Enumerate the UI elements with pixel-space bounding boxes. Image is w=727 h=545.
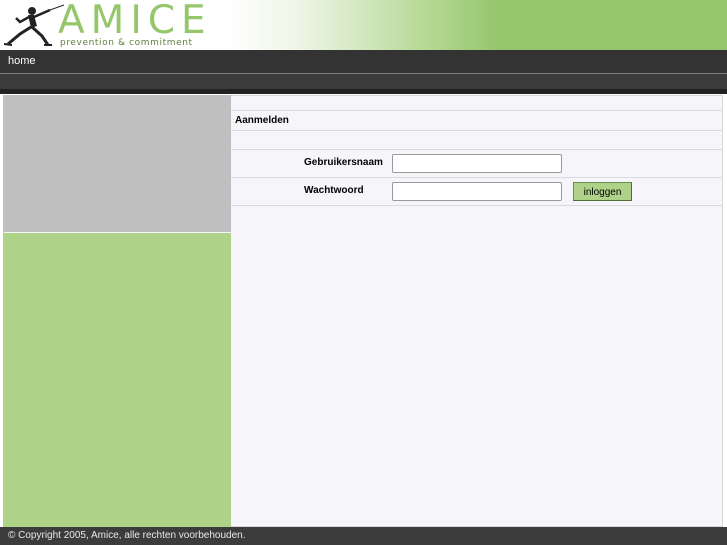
login-title: Aanmelden — [235, 115, 289, 126]
sub-nav-bar — [0, 73, 727, 89]
nav-divider — [0, 89, 727, 94]
username-label: Gebruikersnaam — [304, 157, 383, 168]
login-button[interactable]: inloggen — [573, 182, 632, 201]
sidebar-bottom-panel — [3, 233, 231, 527]
sidebar-top-panel — [3, 95, 231, 232]
divider — [231, 149, 723, 150]
password-field[interactable] — [392, 182, 562, 201]
divider — [231, 177, 723, 178]
main-nav: home — [0, 50, 727, 73]
password-label: Wachtwoord — [304, 185, 364, 196]
nav-item-home[interactable]: home — [8, 55, 36, 67]
login-panel: Aanmelden Gebruikersnaam Wachtwoord inlo… — [231, 95, 723, 527]
logo-tagline: prevention & commitment — [60, 38, 193, 48]
site-logo[interactable]: AMICE prevention & commitment — [4, 0, 206, 48]
site-footer: © Copyright 2005, Amice, alle rechten vo… — [0, 527, 727, 545]
divider — [231, 110, 723, 111]
username-field[interactable] — [392, 154, 562, 173]
divider — [231, 130, 723, 131]
copyright-text: © Copyright 2005, Amice, alle rechten vo… — [8, 530, 246, 541]
fencer-logo-icon — [4, 4, 64, 46]
site-header: AMICE prevention & commitment — [0, 0, 727, 50]
divider — [231, 205, 723, 206]
logo-wordmark: AMICE — [58, 0, 212, 43]
